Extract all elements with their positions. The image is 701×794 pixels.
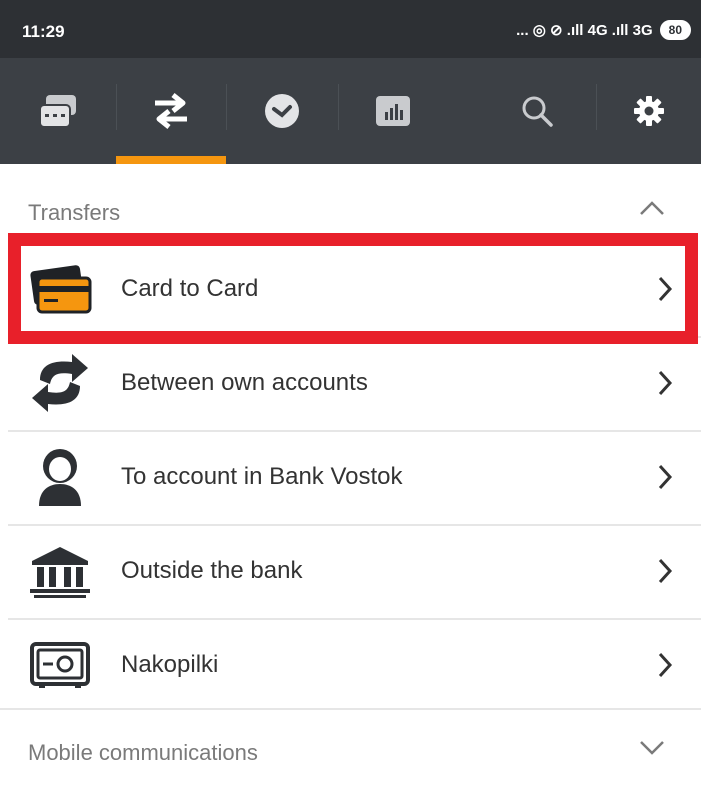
signal-indicators: ... ◎ ⊘ .ıll 4G .ıll 3G <box>516 22 653 39</box>
tab-transfers[interactable] <box>116 58 226 164</box>
item-label: To account in Bank Vostok <box>121 463 403 490</box>
tab-analytics[interactable] <box>338 58 448 164</box>
divider <box>8 430 701 432</box>
tab-search[interactable] <box>482 58 592 164</box>
section-title: Mobile communications <box>28 740 258 765</box>
chart-icon <box>376 96 410 126</box>
section-header-mobile-communications[interactable]: Mobile communications <box>0 708 701 794</box>
highlight-frame <box>8 233 698 344</box>
bank-icon <box>28 540 92 602</box>
chevron-right-icon <box>658 370 673 396</box>
battery-icon: 80 <box>659 20 691 40</box>
chevron-right-icon <box>658 464 673 490</box>
tab-messages[interactable] <box>0 58 116 164</box>
status-indicators: ... ◎ ⊘ .ıll 4G .ıll 3G 80 <box>516 20 691 40</box>
person-icon <box>28 446 92 508</box>
item-label: Between own accounts <box>121 369 368 396</box>
list-item-bank-vostok[interactable]: To account in Bank Vostok <box>8 430 701 524</box>
clock-icon <box>265 94 299 128</box>
active-tab-indicator <box>116 156 226 164</box>
search-icon <box>522 96 553 127</box>
top-nav-bar <box>0 58 701 164</box>
status-time: 11:29 <box>22 22 65 41</box>
status-bar: 11:29 ... ◎ ⊘ .ıll 4G .ıll 3G 80 <box>0 0 701 58</box>
safe-icon <box>28 634 92 696</box>
chevron-right-icon <box>658 558 673 584</box>
chevron-down-icon <box>640 741 664 755</box>
divider <box>8 524 701 526</box>
item-label: Nakopilki <box>121 651 219 678</box>
list-item-nakopilki[interactable]: Nakopilki <box>8 618 701 712</box>
tab-history[interactable] <box>226 58 338 164</box>
gear-icon <box>633 96 664 126</box>
divider <box>8 618 701 620</box>
chat-icon <box>39 95 76 128</box>
exchange-arrows-icon <box>28 352 92 414</box>
chevron-up-icon <box>640 201 664 215</box>
chevron-right-icon <box>658 652 673 678</box>
item-label: Outside the bank <box>121 557 303 584</box>
tab-settings[interactable] <box>596 58 701 164</box>
section-title: Transfers <box>28 200 121 225</box>
list-item-outside-bank[interactable]: Outside the bank <box>8 524 701 618</box>
transfer-arrows-icon <box>155 93 187 129</box>
list-item-between-own-accounts[interactable]: Between own accounts <box>8 336 701 430</box>
